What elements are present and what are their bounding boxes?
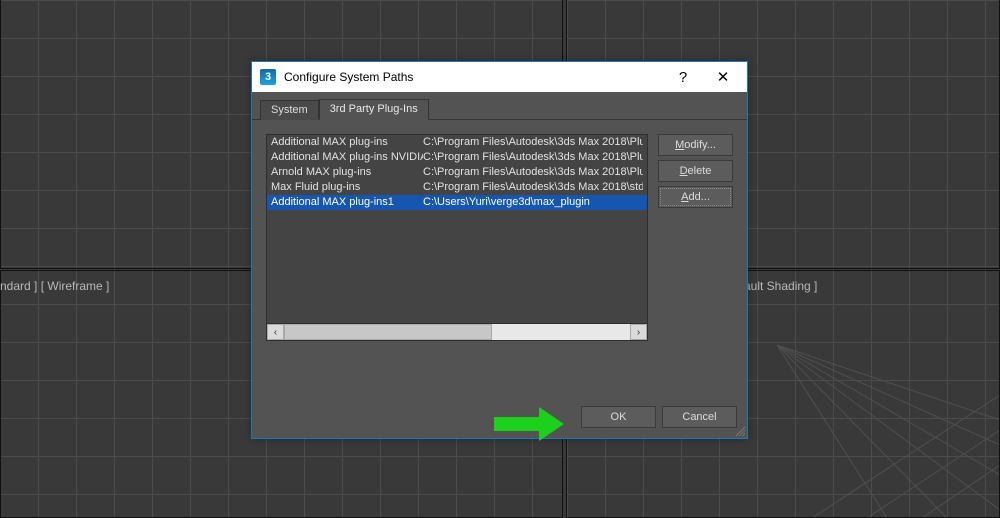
list-item[interactable]: Additional MAX plug-insC:\Program Files\… xyxy=(267,135,647,150)
list-item-path: C:\Program Files\Autodesk\3ds Max 2018\P… xyxy=(423,150,643,165)
list-item-name: Additional MAX plug-ins xyxy=(271,135,423,150)
scroll-track[interactable] xyxy=(284,324,630,340)
list-item-name: Arnold MAX plug-ins xyxy=(271,165,423,180)
add-button[interactable]: Add... xyxy=(658,186,733,208)
list-item-name: Max Fluid plug-ins xyxy=(271,180,423,195)
dialog-footer: OK Cancel xyxy=(252,398,747,438)
list-item[interactable]: Arnold MAX plug-insC:\Program Files\Auto… xyxy=(267,165,647,180)
list-item-name: Additional MAX plug-ins1 xyxy=(271,195,423,210)
titlebar[interactable]: 3 Configure System Paths ? ✕ xyxy=(252,62,747,92)
app-icon: 3 xyxy=(260,69,276,85)
scroll-right-icon[interactable]: › xyxy=(630,324,647,340)
tab-panel: Additional MAX plug-insC:\Program Files\… xyxy=(252,119,747,351)
list-item[interactable]: Additional MAX plug-ins1C:\Users\Yuri\ve… xyxy=(267,195,647,210)
list-item-path: C:\Program Files\Autodesk\3ds Max 2018\s… xyxy=(423,180,643,195)
viewport-label-left: ndard ] [ Wireframe ] xyxy=(0,279,109,293)
help-button[interactable]: ? xyxy=(663,64,703,90)
tab-system[interactable]: System xyxy=(260,100,319,120)
list-item[interactable]: Additional MAX plug-ins NVIDIAC:\Program… xyxy=(267,150,647,165)
configure-system-paths-dialog: 3 Configure System Paths ? ✕ System 3rd … xyxy=(251,61,748,439)
viewport-label-right: ault Shading ] xyxy=(744,279,817,293)
list-item-path: C:\Program Files\Autodesk\3ds Max 2018\P… xyxy=(423,135,643,150)
delete-button[interactable]: Delete xyxy=(658,160,733,182)
tabs: System 3rd Party Plug-Ins xyxy=(252,92,747,119)
scroll-left-icon[interactable]: ‹ xyxy=(267,324,284,340)
list-item[interactable]: Max Fluid plug-insC:\Program Files\Autod… xyxy=(267,180,647,195)
list-item-name: Additional MAX plug-ins NVIDIA xyxy=(271,150,423,165)
plugin-path-list[interactable]: Additional MAX plug-insC:\Program Files\… xyxy=(266,134,648,324)
cancel-button[interactable]: Cancel xyxy=(662,406,737,428)
list-item-path: C:\Program Files\Autodesk\3ds Max 2018\P… xyxy=(423,165,643,180)
modify-button[interactable]: Modify... xyxy=(658,134,733,156)
list-item-path: C:\Users\Yuri\verge3d\max_plugin xyxy=(423,195,643,210)
ok-button[interactable]: OK xyxy=(581,406,656,428)
resize-grip-icon[interactable] xyxy=(733,424,745,436)
horizontal-scrollbar[interactable]: ‹ › xyxy=(266,324,648,341)
dialog-title: Configure System Paths xyxy=(284,70,663,84)
scroll-thumb[interactable] xyxy=(284,324,492,340)
tab-3rd-party-plugins[interactable]: 3rd Party Plug-Ins xyxy=(319,99,429,120)
close-button[interactable]: ✕ xyxy=(703,64,743,90)
